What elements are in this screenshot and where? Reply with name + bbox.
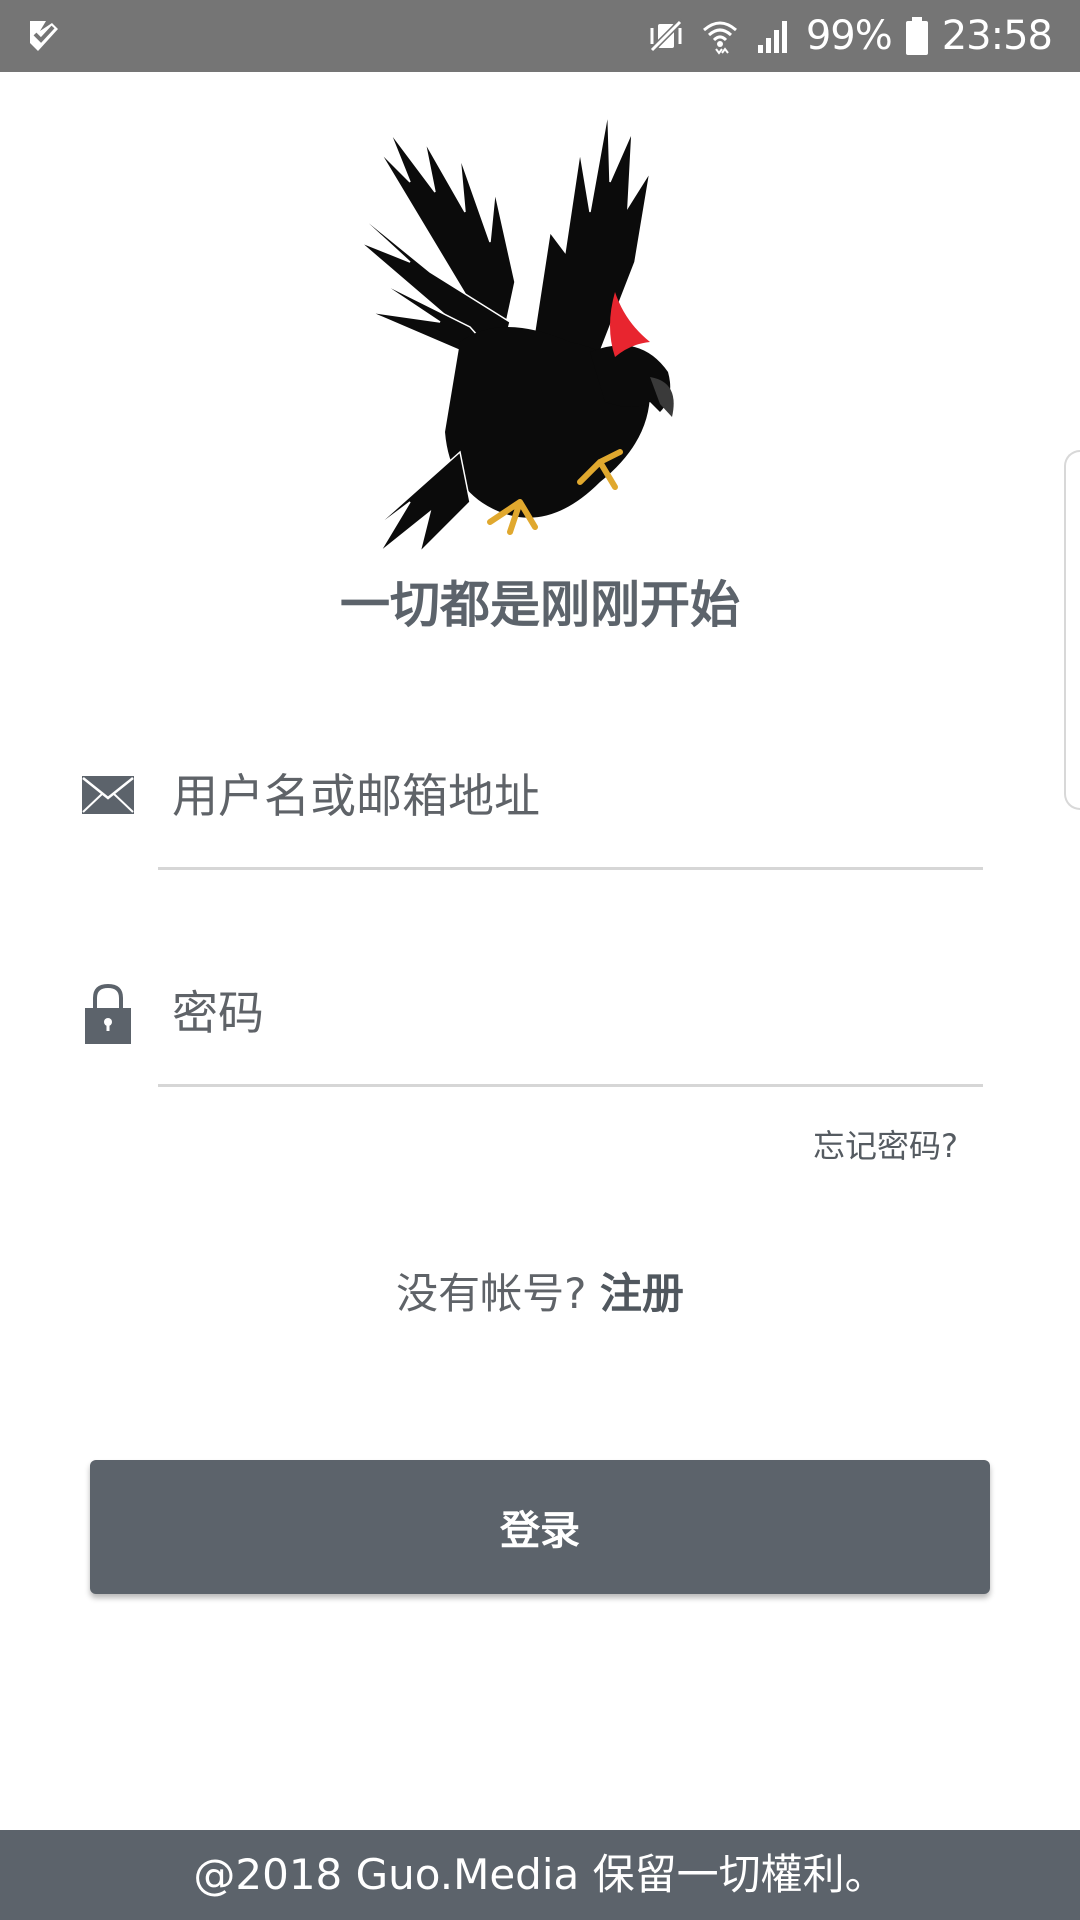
wifi-icon [702,21,737,55]
password-underline [158,1084,983,1087]
battery-icon [905,17,928,55]
username-underline [158,867,983,870]
edge-panel-handle[interactable] [1064,450,1080,810]
mail-icon [82,776,134,814]
forgot-password-link[interactable]: 忘记密码? [813,1122,958,1170]
status-icons: 99% 23:58 [646,0,1053,72]
tagline: 一切都是刚刚开始 [340,576,740,634]
footer-copyright: @2018 Guo.Media 保留一切權利。 [0,1830,1080,1920]
password-input[interactable] [172,973,982,1053]
clock: 23:58 [941,13,1053,59]
cellular-signal-icon [757,21,787,53]
status-bar: 99% 23:58 [0,0,1080,72]
register-prompt: 没有帐号? [396,1269,587,1318]
check-notification-icon [30,21,58,51]
lock-icon [85,983,131,1044]
mute-vibrate-icon [647,17,684,55]
eagle-logo-icon [350,112,674,552]
register-row: 没有帐号? 注册 [0,1262,1080,1326]
login-button[interactable]: 登录 [90,1460,990,1594]
battery-percent: 99% [805,13,893,59]
username-input[interactable] [172,756,982,836]
register-link[interactable]: 注册 [600,1269,684,1318]
login-screen: 99% 23:58 一切都是刚刚开始 用户名或邮箱地址 忘记密码? 没有帐号? … [0,0,1080,1920]
